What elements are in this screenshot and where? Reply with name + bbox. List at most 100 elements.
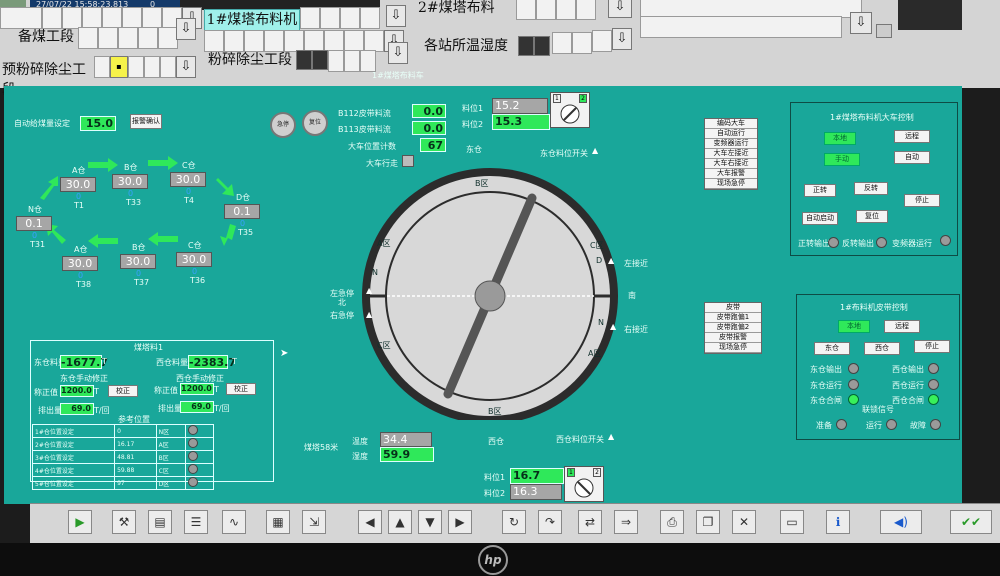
nav-cell[interactable] bbox=[516, 0, 536, 20]
chevron-down-icon[interactable]: ⇩ bbox=[850, 12, 872, 34]
menu-item[interactable]: 自动运行 bbox=[705, 129, 757, 139]
remote-button[interactable]: 远程 bbox=[894, 130, 930, 143]
nav-cell[interactable] bbox=[138, 27, 158, 49]
nav-temp-humidity[interactable]: 各站所温湿度 bbox=[424, 36, 518, 56]
menu-item[interactable]: 现场急停 bbox=[705, 343, 761, 353]
tab-coal-tower-1[interactable]: 1#煤塔布料机 bbox=[204, 9, 300, 31]
nav-cell[interactable] bbox=[264, 30, 284, 52]
reverse-button[interactable]: 反转 bbox=[854, 182, 888, 195]
list-icon[interactable]: ☰ bbox=[184, 510, 208, 534]
export-icon[interactable]: ⇲ bbox=[302, 510, 326, 534]
trend-chart-icon[interactable]: ∿ bbox=[222, 510, 246, 534]
refresh-icon[interactable]: ↻ bbox=[502, 510, 526, 534]
chevron-down-icon[interactable]: ⇩ bbox=[176, 56, 196, 78]
arrow-left-icon[interactable]: ◀ bbox=[358, 510, 382, 534]
play-icon[interactable]: ▶ bbox=[68, 510, 92, 534]
nav-cell[interactable] bbox=[304, 30, 324, 52]
west-discharge-input[interactable]: 69.0 bbox=[180, 401, 214, 413]
nav-cell[interactable] bbox=[364, 30, 384, 52]
nav-cell[interactable] bbox=[324, 30, 344, 52]
west-button[interactable]: 西仓 bbox=[864, 342, 900, 355]
nav-cell[interactable] bbox=[102, 7, 122, 29]
nav-cell[interactable] bbox=[300, 7, 320, 29]
menu-item[interactable]: 现场急停 bbox=[705, 179, 757, 189]
chevron-down-icon[interactable]: ⇩ bbox=[386, 5, 406, 27]
flow-setting-input[interactable]: 15.0 bbox=[80, 116, 116, 131]
east-discharge-input[interactable]: 69.0 bbox=[60, 403, 94, 415]
nav-cell[interactable] bbox=[160, 56, 176, 78]
nav-cell[interactable] bbox=[78, 27, 98, 49]
east-button[interactable]: 东仓 bbox=[814, 342, 850, 355]
stop-button[interactable]: 停止 bbox=[904, 194, 940, 207]
monitor-icon[interactable] bbox=[876, 24, 892, 38]
nav-cell[interactable] bbox=[556, 0, 576, 20]
reset-button[interactable]: 复位 bbox=[302, 110, 328, 136]
menu-item[interactable]: 变频器运行 bbox=[705, 139, 757, 149]
menu-item[interactable]: 皮带报警 bbox=[705, 333, 761, 343]
nav-cell[interactable] bbox=[0, 7, 42, 29]
sound-icon[interactable]: ◀) bbox=[880, 510, 922, 534]
manual-button[interactable]: 手动 bbox=[824, 153, 860, 166]
chevron-down-icon[interactable]: ⇩ bbox=[608, 0, 632, 18]
nav-cell[interactable] bbox=[344, 50, 360, 72]
forward-button[interactable]: 正转 bbox=[804, 184, 836, 197]
west-correct-input[interactable]: 1200.0 bbox=[180, 383, 214, 395]
nav-cell[interactable] bbox=[122, 7, 142, 29]
nav-cell[interactable] bbox=[82, 7, 102, 29]
acknowledge-icon[interactable]: ✔✔ bbox=[950, 510, 992, 534]
panel-reset-button[interactable]: 复位 bbox=[856, 210, 888, 223]
tools-icon[interactable]: ⚒ bbox=[112, 510, 136, 534]
nav-cell[interactable] bbox=[552, 32, 572, 54]
delete-icon[interactable]: ✕ bbox=[732, 510, 756, 534]
estop-button[interactable]: 急停 bbox=[270, 112, 296, 138]
nav-cell[interactable] bbox=[244, 30, 264, 52]
menu-item[interactable]: 大车左接近 bbox=[705, 149, 757, 159]
forward-icon[interactable]: ⇒ bbox=[614, 510, 638, 534]
nav-cell[interactable] bbox=[576, 0, 596, 20]
nav-cell[interactable] bbox=[144, 56, 160, 78]
nav-cell[interactable] bbox=[128, 56, 144, 78]
nav-cell[interactable] bbox=[94, 56, 110, 78]
print-icon[interactable]: ⎙ bbox=[660, 510, 684, 534]
arrow-up-icon[interactable]: ▲ bbox=[388, 510, 412, 534]
chevron-down-icon[interactable]: ⇩ bbox=[176, 18, 196, 40]
nav-cell[interactable] bbox=[572, 32, 592, 54]
east-correct-button[interactable]: 校正 bbox=[108, 385, 138, 397]
nav-cell[interactable] bbox=[320, 7, 340, 29]
auto-button[interactable]: 自动 bbox=[894, 151, 930, 164]
belt-local-button[interactable]: 本地 bbox=[838, 320, 870, 333]
nav-crush-dust[interactable]: 粉碎除尘工段 bbox=[208, 50, 302, 70]
transfer-icon[interactable]: ⇄ bbox=[578, 510, 602, 534]
nav-cell[interactable] bbox=[224, 30, 244, 52]
nav-cell[interactable] bbox=[340, 7, 360, 29]
nav-cell[interactable] bbox=[536, 0, 556, 20]
nav-cell[interactable] bbox=[158, 27, 178, 49]
auto-start-button[interactable]: 自动启动 bbox=[802, 212, 838, 225]
tab-coal-tower-2[interactable]: 2#煤塔布料 bbox=[418, 0, 514, 18]
menu-item[interactable]: 大车报警 bbox=[705, 169, 757, 179]
belt-remote-button[interactable]: 远程 bbox=[884, 320, 920, 333]
nav-cell[interactable] bbox=[42, 7, 62, 29]
west-correct-button[interactable]: 校正 bbox=[226, 383, 256, 395]
nav-cell[interactable] bbox=[344, 30, 364, 52]
computer-icon[interactable]: ▭ bbox=[780, 510, 804, 534]
menu-item[interactable]: 皮带跑偏2 bbox=[705, 323, 761, 333]
nav-cell[interactable] bbox=[592, 30, 612, 52]
arrow-right-icon[interactable]: ▶ bbox=[448, 510, 472, 534]
document-icon[interactable]: ▤ bbox=[148, 510, 172, 534]
level-selector-switch[interactable]: 1 2 bbox=[550, 92, 590, 128]
nav-cell[interactable] bbox=[360, 50, 376, 72]
nav-cell[interactable] bbox=[142, 7, 162, 29]
nav-cell[interactable] bbox=[98, 27, 118, 49]
menu-item[interactable]: 大车右接近 bbox=[705, 159, 757, 169]
nav-cell[interactable] bbox=[118, 27, 138, 49]
chevron-down-icon[interactable]: ⇩ bbox=[388, 42, 408, 64]
nav-cell[interactable] bbox=[360, 7, 380, 29]
alarm-log-icon[interactable]: ▦ bbox=[266, 510, 290, 534]
chevron-down-icon[interactable]: ⇩ bbox=[612, 28, 632, 50]
nav-cell[interactable] bbox=[328, 50, 344, 72]
menu-item[interactable]: 皮带跑偏1 bbox=[705, 313, 761, 323]
info-icon[interactable]: ℹ bbox=[826, 510, 850, 534]
copy-icon[interactable]: ❐ bbox=[696, 510, 720, 534]
nav-cell[interactable] bbox=[284, 30, 304, 52]
